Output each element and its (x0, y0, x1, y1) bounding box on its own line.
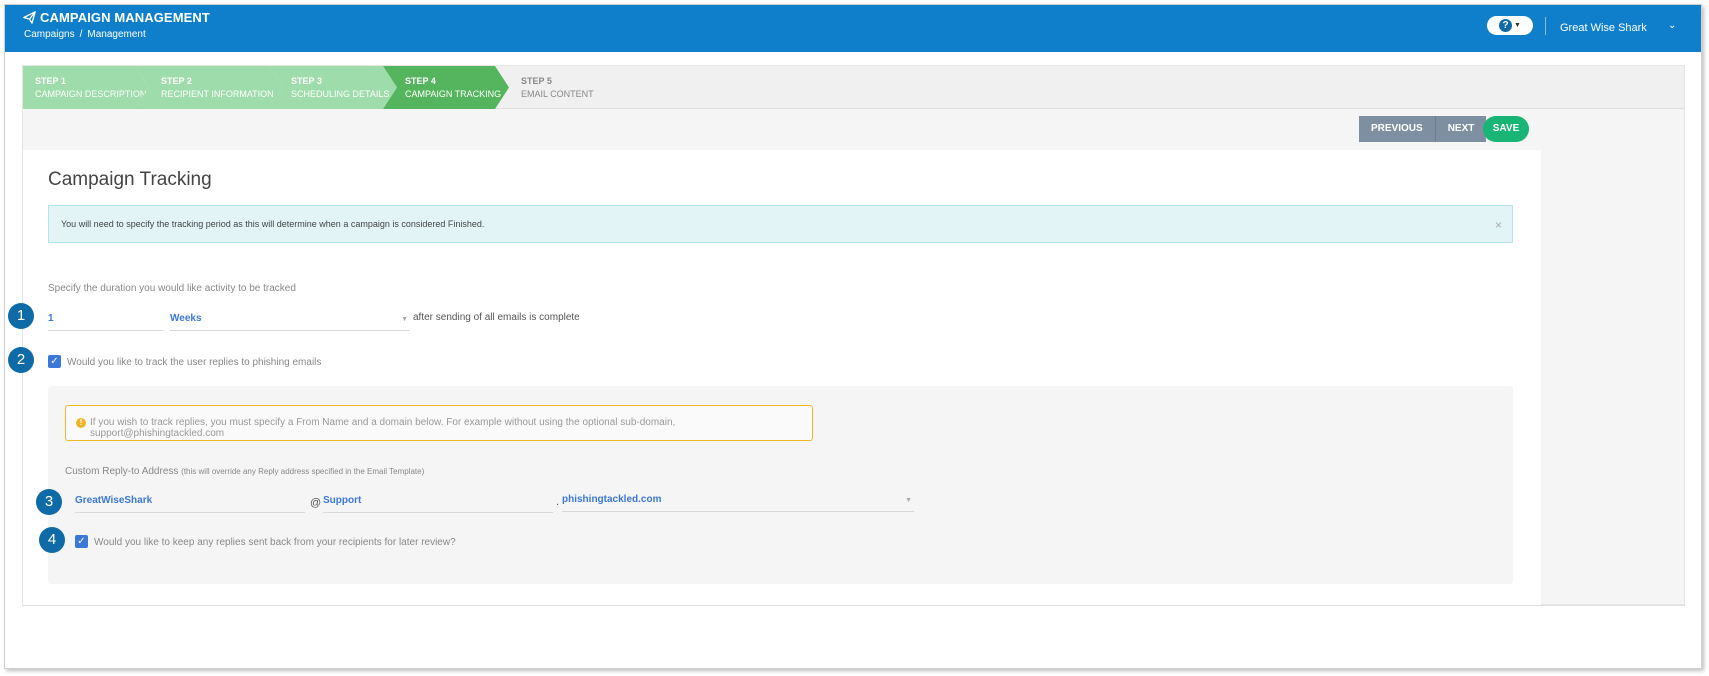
help-icon: ? (1499, 19, 1513, 32)
step-campaign-description[interactable]: STEP 1 CAMPAIGN DESCRIPTION (23, 66, 149, 109)
step-number: STEP 2 (161, 76, 192, 86)
tracking-form: Campaign Tracking You will need to speci… (23, 150, 1541, 606)
breadcrumb-campaigns[interactable]: Campaigns (24, 29, 75, 40)
reply-to-label-text: Custom Reply-to Address (65, 466, 179, 477)
save-button[interactable]: SAVE (1483, 116, 1529, 142)
duration-label: Specify the duration you would like acti… (48, 283, 296, 294)
duration-value: 1 (48, 313, 54, 324)
next-button[interactable]: NEXT (1434, 116, 1487, 142)
check-icon: ✓ (77, 536, 86, 547)
callout-badge-3: 3 (36, 489, 62, 515)
callout-badge-1: 1 (8, 303, 34, 329)
close-icon[interactable]: × (1495, 218, 1502, 232)
chevron-down-icon: ▼ (401, 316, 408, 323)
chevron-down-icon: ▼ (905, 497, 912, 504)
reply-subdomain-input[interactable]: Support (323, 491, 553, 513)
breadcrumb-separator: / (79, 29, 83, 40)
paper-plane-icon (23, 11, 36, 24)
keep-replies-label: Would you like to keep any replies sent … (94, 537, 456, 548)
info-alert: You will need to specify the tracking pe… (48, 205, 1513, 243)
reply-settings-panel: ! If you wish to track replies, you must… (48, 386, 1513, 584)
top-header: CAMPAIGN MANAGEMENT Campaigns / Manageme… (5, 5, 1701, 52)
reply-name-value: GreatWiseShark (75, 495, 153, 506)
reply-to-label: Custom Reply-to Address (this will overr… (65, 466, 424, 477)
dot-separator: . (556, 496, 560, 508)
warning-icon: ! (76, 418, 86, 428)
warning-alert: ! If you wish to track replies, you must… (65, 405, 813, 441)
step-number: STEP 1 (35, 76, 66, 86)
reply-subdomain-value: Support (323, 495, 362, 506)
nav-button-group: PREVIOUS NEXT (1359, 116, 1487, 142)
page-title: Campaign Tracking (48, 169, 212, 190)
warning-text: If you wish to track replies, you must s… (90, 417, 676, 439)
chevron-down-icon: ▼ (1514, 22, 1521, 29)
track-replies-checkbox[interactable]: ✓ (48, 355, 61, 368)
keep-replies-checkbox[interactable]: ✓ (75, 535, 88, 548)
step-number: STEP 3 (291, 76, 322, 86)
step-label: CAMPAIGN DESCRIPTION (35, 89, 147, 99)
header-divider (1545, 17, 1546, 35)
step-number: STEP 5 (521, 76, 552, 86)
step-recipient-information[interactable]: STEP 2 RECIPIENT INFORMATION (135, 66, 283, 109)
duration-value-input[interactable]: 1 (48, 309, 163, 331)
step-label: RECIPIENT INFORMATION (161, 89, 274, 99)
app-window: CAMPAIGN MANAGEMENT Campaigns / Manageme… (4, 4, 1702, 669)
reply-domain-select[interactable]: phishingtackled.com ▼ (562, 490, 914, 512)
duration-unit-select[interactable]: Weeks ▼ (170, 309, 410, 331)
duration-unit: Weeks (170, 313, 202, 324)
reply-to-note: (this will override any Reply address sp… (181, 467, 425, 476)
wizard-steps: STEP 1 CAMPAIGN DESCRIPTION STEP 2 RECIP… (23, 66, 1684, 109)
user-menu[interactable]: Great Wise Shark (1560, 22, 1647, 34)
reply-name-input[interactable]: GreatWiseShark (75, 491, 305, 513)
previous-button[interactable]: PREVIOUS (1359, 116, 1435, 142)
wizard-panel: STEP 1 CAMPAIGN DESCRIPTION STEP 2 RECIP… (22, 65, 1685, 606)
callout-badge-2: 2 (8, 347, 34, 373)
step-label: CAMPAIGN TRACKING (405, 89, 502, 99)
step-scheduling-details[interactable]: STEP 3 SCHEDULING DETAILS (269, 66, 397, 109)
help-button[interactable]: ? ▼ (1487, 16, 1533, 35)
breadcrumb: Campaigns / Management (24, 29, 146, 40)
duration-suffix: after sending of all emails is complete (413, 312, 580, 323)
step-campaign-tracking[interactable]: STEP 4 CAMPAIGN TRACKING (383, 66, 509, 109)
panel-bottom-divider (22, 605, 1685, 606)
app-title: CAMPAIGN MANAGEMENT (23, 10, 210, 25)
callout-badge-4: 4 (39, 527, 65, 553)
user-menu-chevron-icon[interactable]: ⌄ (1668, 20, 1676, 31)
app-title-text: CAMPAIGN MANAGEMENT (40, 10, 210, 25)
info-alert-text: You will need to specify the tracking pe… (61, 219, 485, 229)
step-label: EMAIL CONTENT (521, 89, 594, 99)
check-icon: ✓ (50, 356, 59, 367)
breadcrumb-management: Management (87, 29, 146, 40)
action-bar: PREVIOUS NEXT SAVE (23, 109, 1684, 149)
track-replies-label: Would you like to track the user replies… (67, 357, 322, 368)
step-number: STEP 4 (405, 76, 436, 86)
reply-domain-value: phishingtackled.com (562, 494, 662, 505)
step-email-content[interactable]: STEP 5 EMAIL CONTENT (495, 66, 615, 109)
step-label: SCHEDULING DETAILS (291, 89, 390, 99)
at-symbol: @ (310, 497, 322, 509)
